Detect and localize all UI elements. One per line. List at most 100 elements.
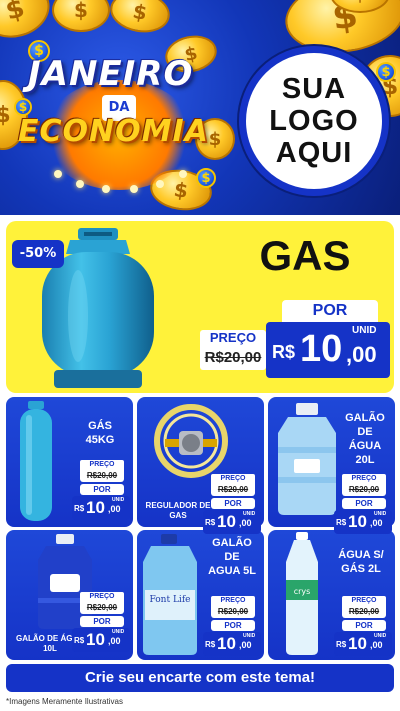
product-name-line: GALÃO bbox=[212, 537, 252, 549]
unit-label: UNID bbox=[112, 629, 125, 635]
light-bulb bbox=[179, 170, 187, 178]
coin-icon: $ bbox=[0, 0, 56, 46]
product-price-tag: PREÇO R$20,00 POR R$ 10,00 UNID bbox=[334, 474, 392, 536]
old-price: R$20,00 bbox=[211, 606, 255, 618]
current-price: R$ 10,00 UNID bbox=[72, 496, 130, 520]
price-cents: ,00 bbox=[108, 504, 121, 514]
preco-label: PREÇO bbox=[211, 474, 255, 484]
product-price-tag: PREÇO R$20,00 POR R$ 10,00 UNID bbox=[72, 460, 130, 522]
unit-label: UNID bbox=[374, 633, 387, 639]
flyer: $ $ $ $ $ $ $ $ $ $ $ $ $ $ JANEIRO DA E… bbox=[0, 0, 400, 711]
bottle-brand-text: crys bbox=[294, 587, 311, 596]
product-name: GÁS 45KG bbox=[72, 419, 128, 447]
price-cents: ,00 bbox=[346, 342, 377, 367]
product-name-line: 20L bbox=[355, 454, 375, 466]
product-name: GALÃO DE AGUA 5L bbox=[203, 536, 261, 578]
product-name-line: DE bbox=[224, 551, 240, 563]
price-integer: 10 bbox=[217, 512, 236, 531]
product-name-line: 45KG bbox=[85, 434, 115, 446]
price-cents: ,00 bbox=[370, 518, 383, 528]
product-name-line: GALÃO bbox=[345, 412, 385, 424]
price-integer: 10 bbox=[86, 498, 105, 517]
currency-symbol: R$ bbox=[74, 636, 85, 645]
coin-icon: $ bbox=[52, 0, 110, 32]
price-integer: 10 bbox=[348, 634, 367, 653]
title-economia: ECONOMIA bbox=[18, 114, 209, 149]
header-banner: $ $ $ $ $ $ $ $ $ $ $ $ $ $ JANEIRO DA E… bbox=[0, 0, 400, 215]
unit-label: UNID bbox=[374, 511, 387, 517]
por-label: POR bbox=[80, 616, 124, 627]
por-label: POR bbox=[342, 498, 386, 509]
old-price: R$20,00 bbox=[80, 602, 124, 614]
campaign-title: JANEIRO DA ECONOMIA bbox=[14, 40, 224, 200]
tall-gas-cylinder-image bbox=[20, 401, 52, 521]
price-cents: ,00 bbox=[370, 640, 383, 650]
product-price-tag: PREÇO R$20,00 POR R$ 10,00 UNID bbox=[334, 596, 392, 658]
coin-icon: $ bbox=[106, 0, 174, 37]
light-bulb bbox=[54, 170, 62, 178]
por-label: POR bbox=[342, 620, 386, 631]
featured-product-name: GAS bbox=[259, 232, 351, 279]
product-name-line: ÁGUA bbox=[348, 440, 382, 452]
featured-price-tag: POR PREÇO R$20,00 R$ 10 ,00 UNID bbox=[200, 300, 390, 380]
preco-label: PREÇO bbox=[342, 474, 386, 484]
current-price: R$ 10,00 UNID bbox=[203, 510, 261, 534]
currency-symbol: R$ bbox=[336, 640, 347, 649]
logo-text-line: SUA bbox=[281, 73, 347, 105]
product-name: GALÃO DE ÁGUA 20L bbox=[338, 411, 392, 467]
price-cents: ,00 bbox=[239, 518, 252, 528]
cta-banner[interactable]: Crie seu encarte com este tema! bbox=[6, 664, 394, 692]
currency-symbol: R$ bbox=[205, 640, 216, 649]
logo-placeholder[interactable]: SUA LOGO AQUI bbox=[239, 46, 389, 196]
unit-label: UNID bbox=[243, 511, 256, 517]
currency-symbol: R$ bbox=[74, 504, 85, 513]
por-label: POR bbox=[282, 300, 378, 322]
product-name-line: DE bbox=[357, 426, 373, 438]
water-bottle-2l-image: crys bbox=[286, 532, 318, 655]
product-price-tag: PREÇO R$20,00 POR R$ 10,00 UNID bbox=[72, 592, 130, 654]
old-price: R$20,00 bbox=[211, 484, 255, 496]
product-name-line: GÁS bbox=[88, 420, 112, 432]
por-label: POR bbox=[211, 498, 255, 509]
current-price: R$ 10,00 UNID bbox=[334, 510, 392, 534]
light-bulb bbox=[76, 180, 84, 188]
disclaimer-text: *Imagens Meramente Ilustrativas bbox=[6, 697, 123, 706]
price-integer: 10 bbox=[86, 630, 105, 649]
dollar-icon: $ bbox=[376, 62, 396, 82]
logo-text-line: LOGO bbox=[269, 105, 359, 137]
water-jug-20l-image bbox=[278, 403, 336, 515]
discount-badge: -50% bbox=[12, 240, 64, 268]
product-name-line: AGUA 5L bbox=[208, 565, 256, 577]
unit-label: UNID bbox=[243, 633, 256, 639]
price-integer: 10 bbox=[300, 328, 343, 370]
old-price: R$20,00 bbox=[200, 346, 266, 370]
price-cents: ,00 bbox=[108, 636, 121, 646]
product-name-line: ÁGUA S/ bbox=[338, 549, 384, 561]
water-bottle-5l-image: Font Life bbox=[143, 534, 197, 655]
currency-symbol: R$ bbox=[205, 518, 216, 527]
logo-text-line: AQUI bbox=[275, 137, 353, 169]
light-bulb bbox=[130, 185, 138, 193]
unit-label: UNID bbox=[112, 497, 125, 503]
current-price: R$ 10,00 UNID bbox=[334, 632, 392, 656]
current-price: R$ 10,00 UNID bbox=[72, 628, 130, 652]
old-price: R$20,00 bbox=[342, 484, 386, 496]
light-bulb bbox=[156, 180, 164, 188]
price-cents: ,00 bbox=[239, 640, 252, 650]
light-bulb bbox=[102, 185, 110, 193]
unit-label: UNID bbox=[352, 325, 377, 336]
product-name-line: GÁS 2L bbox=[341, 563, 381, 575]
old-price: R$20,00 bbox=[80, 470, 124, 482]
preco-label: PREÇO bbox=[80, 460, 124, 470]
bottle-brand-text: Font Life bbox=[150, 595, 191, 605]
preco-label: PREÇO bbox=[80, 592, 124, 602]
product-price-tag: PREÇO R$20,00 POR R$ 10,00 UNID bbox=[203, 474, 261, 536]
currency-symbol: R$ bbox=[272, 342, 296, 362]
preco-label: PREÇO bbox=[342, 596, 386, 606]
current-price: R$ 10 ,00 UNID bbox=[266, 322, 390, 378]
price-integer: 10 bbox=[217, 634, 236, 653]
price-integer: 10 bbox=[348, 512, 367, 531]
preco-label: PREÇO bbox=[211, 596, 255, 606]
currency-symbol: R$ bbox=[336, 518, 347, 527]
product-price-tag: PREÇO R$20,00 POR R$ 10,00 UNID bbox=[203, 596, 261, 658]
